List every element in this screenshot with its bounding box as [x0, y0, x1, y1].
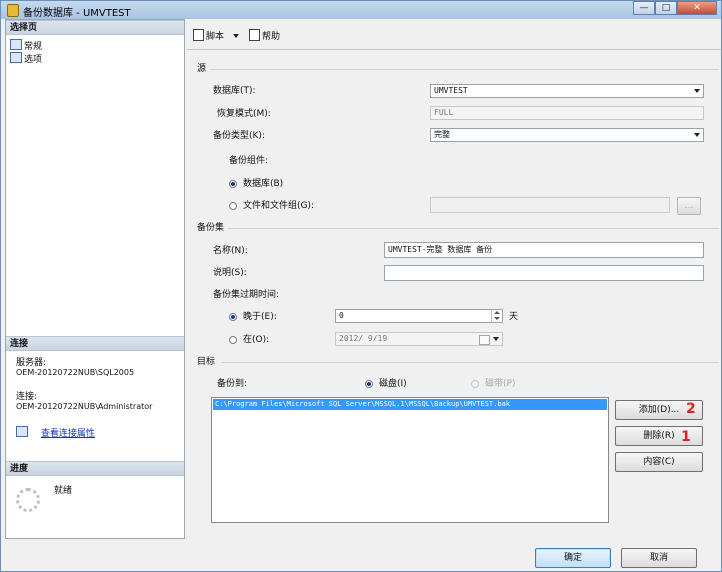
progress-status: 就绪	[54, 486, 73, 496]
view-connection-properties[interactable]: 查看连接属性	[16, 426, 95, 439]
connection-value: OEM-20120722NUB\Administrator	[16, 402, 153, 411]
component-database-radio[interactable]	[229, 180, 237, 188]
calendar-icon	[479, 335, 490, 345]
general-page: 脚本 帮助 源 数据库(T): UMVTEST 恢复模式(M): FULL 备份…	[187, 19, 721, 541]
database-select[interactable]: UMVTEST	[430, 84, 704, 98]
database-label: 数据库(T):	[213, 86, 256, 96]
expire-on-date-picker[interactable]: 2012/ 9/19	[335, 332, 503, 346]
backup-component-label: 备份组件:	[229, 156, 269, 166]
help-icon	[249, 29, 260, 41]
destination-divider	[221, 362, 719, 363]
script-icon	[193, 29, 204, 41]
close-button[interactable]: ✕	[677, 1, 717, 15]
backup-set-group-title: 备份集	[197, 222, 229, 234]
chevron-down-icon	[694, 133, 700, 137]
help-button[interactable]: 帮助	[249, 29, 280, 43]
connection-label: 连接:	[16, 392, 38, 402]
server-label: 服务器:	[16, 358, 47, 368]
nav-item-options[interactable]: 选项	[10, 52, 42, 65]
backup-to-tape-radio[interactable]	[471, 380, 479, 388]
expire-on-label: 在(O):	[243, 335, 270, 345]
spinner-arrows-icon[interactable]	[491, 310, 502, 322]
backup-to-disk-radio[interactable]	[365, 380, 373, 388]
destination-list[interactable]: C:\Program Files\Microsoft SQL Server\MS…	[211, 397, 609, 523]
page-icon	[10, 39, 22, 50]
connection-header: 连接	[6, 336, 184, 351]
backup-set-divider	[227, 228, 719, 229]
description-label: 说明(S):	[213, 268, 247, 278]
component-files-label: 文件和文件组(G):	[243, 201, 315, 211]
days-unit-label: 天	[509, 312, 519, 322]
name-input[interactable]: UMVTEST-完整 数据库 备份	[384, 242, 704, 258]
chevron-down-icon	[493, 337, 499, 341]
title-bar[interactable]: 备份数据库 - UMVTEST — □ ✕	[1, 1, 721, 19]
expire-after-days-input[interactable]: 0	[335, 309, 503, 323]
chevron-down-icon	[694, 89, 700, 93]
recovery-model-value: FULL	[430, 106, 704, 120]
backup-database-window: 备份数据库 - UMVTEST — □ ✕ 选择页 常规 选项 连接 服务器: …	[0, 0, 722, 572]
backup-to-disk-label: 磁盘(I)	[379, 379, 407, 389]
ok-button[interactable]: 确定	[535, 548, 611, 568]
chevron-down-icon	[232, 34, 239, 38]
database-icon	[7, 4, 19, 17]
destination-group-title: 目标	[197, 356, 220, 368]
script-button[interactable]: 脚本	[193, 29, 239, 43]
source-group-title: 源	[197, 63, 211, 75]
annotation-marker-1: 1	[681, 429, 691, 445]
annotation-marker-2: 2	[686, 401, 696, 417]
expire-after-label: 晚于(E):	[243, 312, 277, 322]
expire-after-radio[interactable]	[229, 313, 237, 321]
recovery-model-label: 恢复模式(M):	[217, 109, 271, 119]
toolbar: 脚本 帮助	[187, 19, 721, 50]
contents-button[interactable]: 内容(C)	[615, 452, 703, 472]
cancel-button[interactable]: 取消	[621, 548, 697, 568]
progress-header: 进度	[6, 461, 184, 476]
backup-type-label: 备份类型(K):	[213, 131, 265, 141]
left-panel: 选择页 常规 选项 连接 服务器: OEM-20120722NUB\SQL200…	[5, 19, 185, 539]
expire-on-radio[interactable]	[229, 336, 237, 344]
browse-files-button[interactable]: ...	[677, 197, 701, 215]
backup-to-label: 备份到:	[217, 379, 248, 389]
name-label: 名称(N):	[213, 246, 248, 256]
files-field	[430, 197, 670, 213]
dialog-footer: 确定 取消	[1, 541, 721, 571]
page-icon	[10, 52, 22, 63]
expiry-label: 备份集过期时间:	[213, 290, 280, 300]
select-page-header: 选择页	[6, 20, 184, 35]
component-database-label: 数据库(B)	[243, 179, 284, 189]
description-input[interactable]	[384, 265, 704, 281]
window-title: 备份数据库 - UMVTEST	[23, 8, 131, 19]
maximize-button[interactable]: □	[655, 1, 677, 15]
minimize-button[interactable]: —	[633, 1, 655, 15]
properties-icon	[16, 426, 28, 437]
component-files-radio[interactable]	[229, 202, 237, 210]
nav-item-general[interactable]: 常规	[10, 39, 42, 52]
server-value: OEM-20120722NUB\SQL2005	[16, 368, 135, 377]
source-divider	[209, 69, 719, 70]
destination-path-item[interactable]: C:\Program Files\Microsoft SQL Server\MS…	[213, 399, 607, 410]
backup-type-select[interactable]: 完整	[430, 128, 704, 142]
backup-to-tape-label: 磁带(P)	[485, 379, 516, 389]
progress-spinner-icon	[16, 488, 40, 512]
